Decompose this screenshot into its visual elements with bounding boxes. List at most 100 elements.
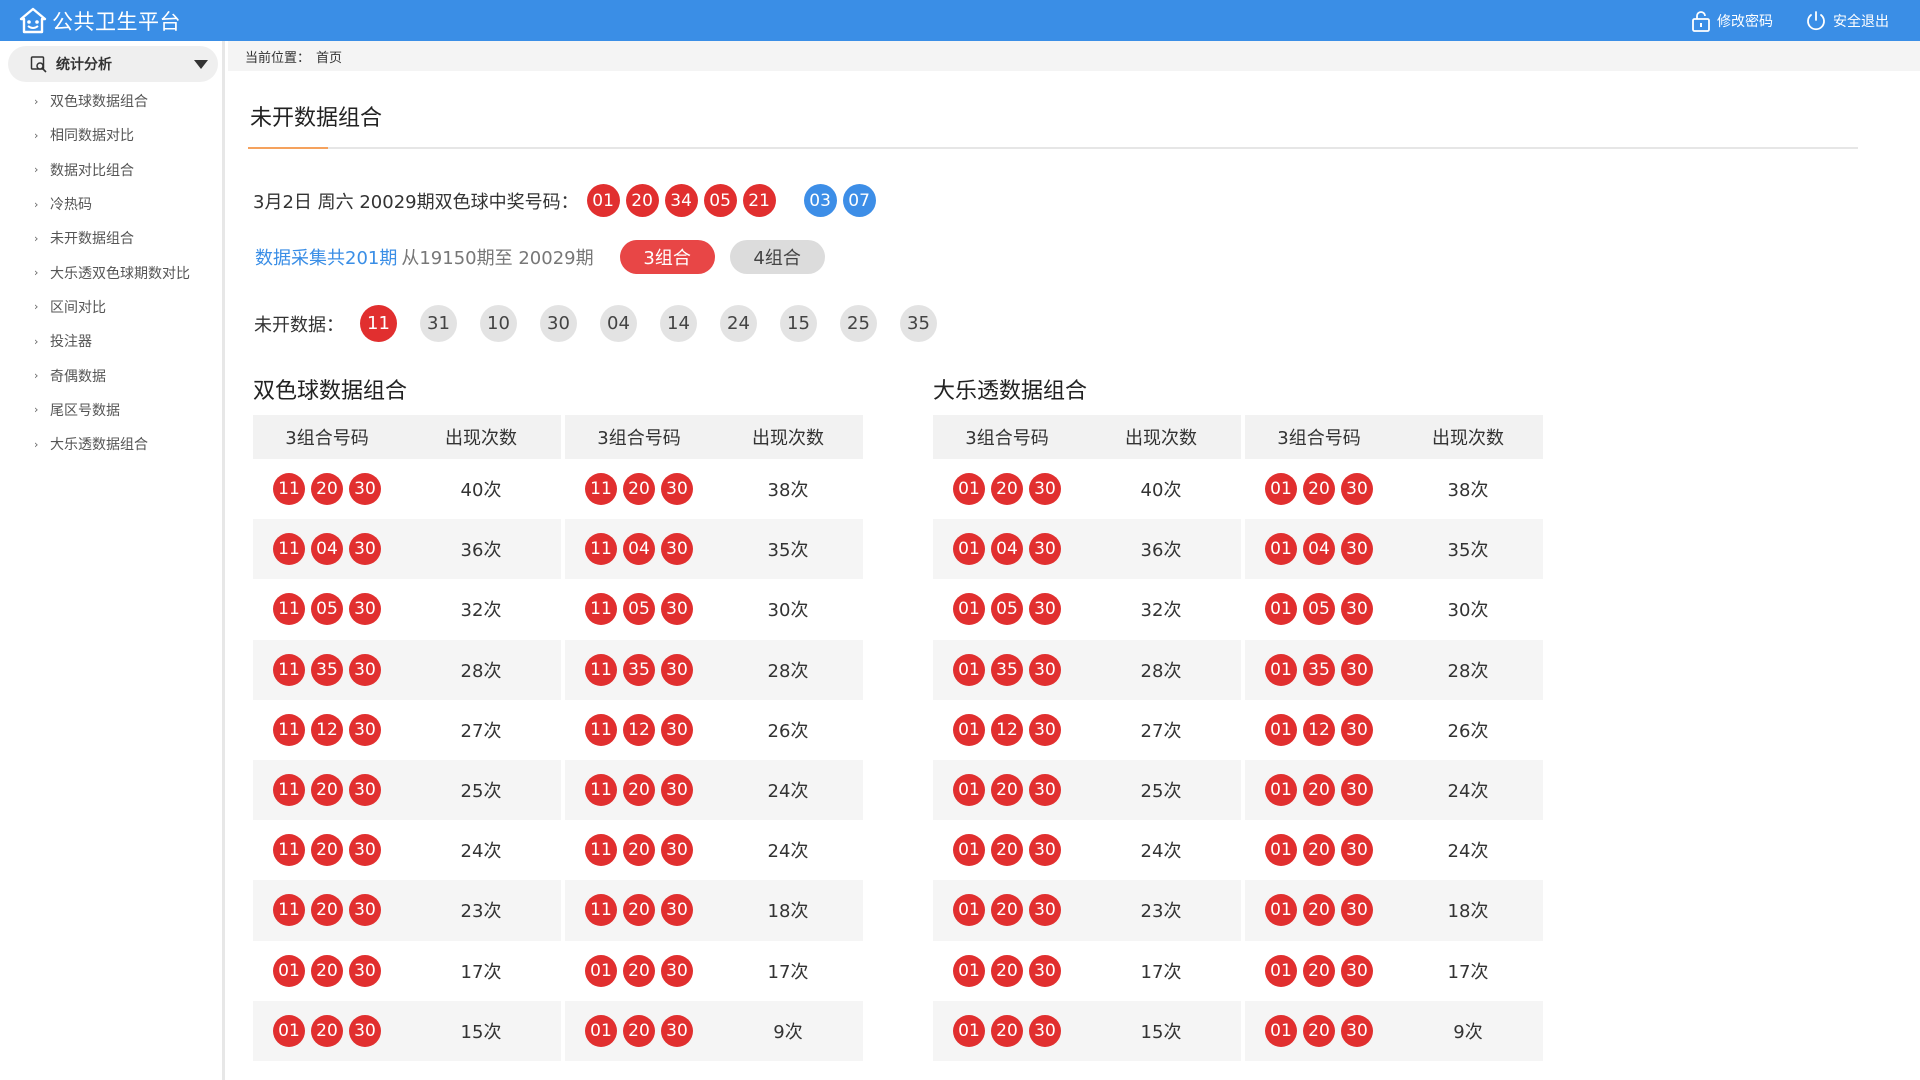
combo-cell: 11 20 30 xyxy=(253,459,401,519)
red-ball: 01 xyxy=(586,184,620,217)
sidebar-item-same-compare[interactable]: › 相同数据对比 xyxy=(34,118,222,152)
table-row: 11 20 30 24次 11 20 30 24次 xyxy=(253,820,873,880)
sidebar-item-ssq-combo[interactable]: › 双色球数据组合 xyxy=(34,84,222,118)
red-ball: 35 xyxy=(991,653,1023,686)
red-ball: 11 xyxy=(273,894,305,927)
red-ball: 30 xyxy=(349,834,381,867)
count-cell: 17次 xyxy=(1140,961,1182,983)
missing-number-ball[interactable]: 30 xyxy=(540,305,577,342)
logout-button[interactable]: 安全退出 xyxy=(1805,10,1889,32)
app-title: 公共卫生平台 xyxy=(52,9,181,34)
red-ball: 01 xyxy=(585,1014,617,1047)
brand[interactable]: 公共卫生平台 xyxy=(18,6,181,36)
combo-cell: 01 20 30 xyxy=(1245,941,1393,1001)
red-ball: 01 xyxy=(953,774,985,807)
missing-number-ball[interactable]: 15 xyxy=(780,305,817,342)
table-row: 01 20 30 40次 01 20 30 38次 xyxy=(933,459,1553,519)
chevron-right-icon: › xyxy=(34,266,39,280)
breadcrumb-home-link[interactable]: 首页 xyxy=(316,47,342,66)
count-cell: 23次 xyxy=(401,880,561,941)
dlt-combo-table: 大乐透数据组合 3组合号码 出现次数 3组合号码 出现次数 01 20 30 40次 01 20 30… xyxy=(933,373,1553,1061)
collection-count-link[interactable]: 数据采集共201期 xyxy=(255,244,397,270)
red-ball: 30 xyxy=(349,653,381,686)
red-ball: 04 xyxy=(991,533,1023,566)
red-ball: 11 xyxy=(585,834,617,867)
red-ball: 01 xyxy=(1265,954,1297,987)
sidebar-item-dlt-combo[interactable]: › 大乐透数据组合 xyxy=(34,427,222,461)
sidebar-item-bet-tool[interactable]: › 投注器 xyxy=(34,324,222,358)
red-ball: 12 xyxy=(991,713,1023,746)
change-password-label: 修改密码 xyxy=(1717,13,1773,30)
count-cell: 24次 xyxy=(1140,841,1182,863)
red-ball: 11 xyxy=(273,473,305,506)
red-ball: 30 xyxy=(1341,894,1373,927)
count-cell: 27次 xyxy=(460,720,502,742)
tab-4-combo[interactable]: 4组合 xyxy=(729,240,825,274)
combo-cell: 11 12 30 xyxy=(565,700,713,760)
combo-cell: 01 20 30 xyxy=(933,880,1081,941)
red-ball: 20 xyxy=(991,1014,1023,1047)
count-cell: 23次 xyxy=(1081,880,1241,941)
home-logo-icon xyxy=(19,7,47,33)
red-ball: 30 xyxy=(661,1014,693,1047)
red-ball: 01 xyxy=(953,834,985,867)
count-cell: 15次 xyxy=(401,1000,561,1061)
red-ball: 05 xyxy=(623,593,655,626)
change-password-button[interactable]: 修改密码 xyxy=(1691,10,1773,32)
red-ball: 30 xyxy=(661,954,693,987)
tab-3-combo[interactable]: 3组合 xyxy=(619,240,715,274)
sidebar-item-period-compare[interactable]: › 大乐透双色球期数对比 xyxy=(34,255,222,289)
table-row: 01 20 30 24次 01 20 30 24次 xyxy=(933,820,1553,880)
combo-cell: 11 05 30 xyxy=(565,579,713,639)
missing-number-ball[interactable]: 04 xyxy=(600,305,637,342)
table-row: 01 20 30 15次 01 20 30 9次 xyxy=(253,1000,873,1061)
sidebar-item-label: 大乐透数据组合 xyxy=(50,437,148,454)
missing-number-ball[interactable]: 25 xyxy=(840,305,877,342)
sidebar-item-missing-combo[interactable]: › 未开数据组合 xyxy=(34,221,222,255)
sidebar-item-compare-combo[interactable]: › 数据对比组合 xyxy=(34,153,222,187)
sidebar-item-hot-cold[interactable]: › 冷热码 xyxy=(34,187,222,221)
sidebar-item-label: 数据对比组合 xyxy=(50,162,134,179)
red-ball: 30 xyxy=(349,713,381,746)
table-row: 11 05 30 32次 11 05 30 30次 xyxy=(253,579,873,639)
combo-cell: 01 20 30 xyxy=(933,759,1081,821)
table-row: 01 20 30 25次 01 20 30 24次 xyxy=(933,759,1553,821)
combo-cell: 01 20 30 xyxy=(1245,1000,1393,1061)
red-ball: 20 xyxy=(311,954,343,987)
red-ball: 30 xyxy=(1341,593,1373,626)
missing-number-ball[interactable]: 10 xyxy=(480,305,517,342)
combo-cell: 11 20 30 xyxy=(565,820,713,880)
red-ball: 34 xyxy=(664,184,698,217)
table-row: 11 20 30 25次 11 20 30 24次 xyxy=(253,759,873,821)
sidebar-item-tail-zone[interactable]: › 尾区号数据 xyxy=(34,393,222,427)
sidebar-item-odd-even[interactable]: › 奇偶数据 xyxy=(34,358,222,392)
red-ball: 30 xyxy=(349,473,381,506)
combo-cell: 01 20 30 xyxy=(253,941,401,1001)
red-ball: 30 xyxy=(1029,954,1061,987)
red-ball: 20 xyxy=(311,894,343,927)
red-ball: 12 xyxy=(311,713,343,746)
sidebar-item-range-compare[interactable]: › 区间对比 xyxy=(34,290,222,324)
count-cell: 32次 xyxy=(1140,600,1182,622)
red-ball: 20 xyxy=(623,834,655,867)
missing-number-ball[interactable]: 14 xyxy=(660,305,697,342)
chevron-right-icon: › xyxy=(34,128,39,142)
red-ball: 01 xyxy=(1265,473,1297,506)
missing-number-ball[interactable]: 35 xyxy=(900,305,937,342)
missing-number-ball[interactable]: 24 xyxy=(720,305,757,342)
count-cell: 24次 xyxy=(1447,841,1489,863)
count-cell: 38次 xyxy=(767,480,809,502)
red-ball: 30 xyxy=(1029,713,1061,746)
count-cell: 35次 xyxy=(1393,519,1543,580)
count-cell: 9次 xyxy=(1393,1000,1543,1061)
red-ball: 35 xyxy=(1303,653,1335,686)
collection-info: 数据采集共201期 从19150期至 20029期 3组合 4组合 xyxy=(248,240,1888,274)
red-ball: 30 xyxy=(661,653,693,686)
missing-number-ball[interactable]: 31 xyxy=(420,305,457,342)
table-row: 11 20 30 23次 11 20 30 18次 xyxy=(253,880,873,941)
sidebar-group-stats[interactable]: 统计分析 xyxy=(8,46,218,82)
red-ball: 05 xyxy=(703,184,737,217)
count-cell: 18次 xyxy=(713,880,863,941)
count-cell: 36次 xyxy=(401,519,561,580)
missing-number-ball[interactable]: 11 xyxy=(360,305,397,342)
